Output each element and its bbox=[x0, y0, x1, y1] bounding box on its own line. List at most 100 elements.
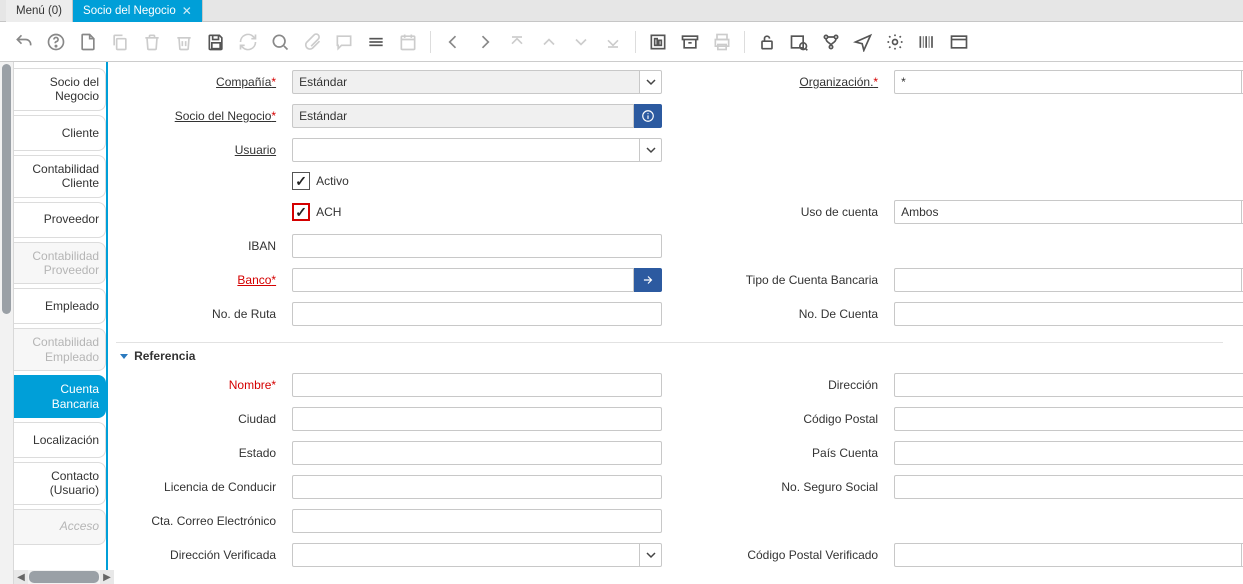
sidebar-item-contab-empleado[interactable]: Contabilidad Empleado bbox=[14, 328, 107, 371]
sidebar-h-scroll[interactable]: ◀ ▶ bbox=[14, 570, 114, 584]
sidebar-item-empleado[interactable]: Empleado bbox=[14, 288, 107, 324]
dir-verificada-input[interactable] bbox=[292, 543, 640, 567]
label-ach: ACH bbox=[316, 205, 341, 219]
ach-checkbox[interactable] bbox=[292, 203, 310, 221]
down-button[interactable] bbox=[567, 28, 595, 56]
organizacion-field bbox=[894, 70, 1243, 94]
section-referencia: Referencia bbox=[116, 342, 1223, 363]
banco-field bbox=[292, 268, 662, 292]
cp-verificado-input[interactable] bbox=[894, 543, 1242, 567]
uso-cuenta-input[interactable] bbox=[894, 200, 1242, 224]
prev-button[interactable] bbox=[439, 28, 467, 56]
label-usuario[interactable]: Usuario bbox=[116, 143, 276, 157]
tipo-cuenta-input[interactable] bbox=[894, 268, 1242, 292]
label-compania[interactable]: Compañía* bbox=[116, 75, 276, 89]
sidebar-item-socio-negocio[interactable]: Socio del Negocio bbox=[14, 68, 107, 111]
delete-button[interactable] bbox=[138, 28, 166, 56]
sidebar-scrollbar[interactable] bbox=[0, 62, 14, 584]
collapse-icon[interactable] bbox=[120, 354, 128, 359]
banco-input[interactable] bbox=[292, 268, 634, 292]
label-iban: IBAN bbox=[116, 239, 276, 253]
cta-email-input[interactable] bbox=[292, 509, 662, 533]
label-socio-negocio[interactable]: Socio del Negocio* bbox=[116, 109, 276, 123]
print-button[interactable] bbox=[708, 28, 736, 56]
scroll-right-icon[interactable]: ▶ bbox=[100, 570, 114, 584]
pais-cuenta-input[interactable] bbox=[894, 441, 1243, 465]
close-icon[interactable]: ✕ bbox=[182, 4, 192, 18]
chevron-down-icon[interactable] bbox=[640, 543, 662, 567]
compania-input[interactable] bbox=[292, 70, 640, 94]
send-button[interactable] bbox=[849, 28, 877, 56]
help-button[interactable] bbox=[42, 28, 70, 56]
sidebar-item-cliente[interactable]: Cliente bbox=[14, 115, 107, 151]
undo-button[interactable] bbox=[10, 28, 38, 56]
socio-negocio-input[interactable] bbox=[292, 104, 634, 128]
label-organizacion[interactable]: Organización.* bbox=[678, 75, 878, 89]
no-cuenta-input[interactable] bbox=[894, 302, 1243, 326]
label-no-cuenta: No. De Cuenta bbox=[678, 307, 878, 321]
activo-checkbox-wrap: Activo bbox=[292, 172, 662, 190]
chevron-down-icon[interactable] bbox=[640, 138, 662, 162]
tab-menu[interactable]: Menú (0) bbox=[6, 0, 73, 22]
label-estado: Estado bbox=[116, 446, 276, 460]
label-direccion: Dirección bbox=[678, 378, 878, 392]
archive-button[interactable] bbox=[676, 28, 704, 56]
barcode-button[interactable] bbox=[913, 28, 941, 56]
licencia-input[interactable] bbox=[292, 475, 662, 499]
no-ruta-input[interactable] bbox=[292, 302, 662, 326]
sidebar-item-label: Contacto (Usuario) bbox=[16, 469, 100, 498]
scrollbar-thumb[interactable] bbox=[2, 64, 11, 314]
grid-button[interactable] bbox=[362, 28, 390, 56]
chat-button[interactable] bbox=[330, 28, 358, 56]
estado-input[interactable] bbox=[292, 441, 662, 465]
label-cp-verificado: Código Postal Verificado bbox=[678, 548, 878, 562]
info-icon[interactable] bbox=[634, 104, 662, 128]
sidebar-item-localizacion[interactable]: Localización bbox=[14, 422, 107, 458]
save-button[interactable] bbox=[202, 28, 230, 56]
sidebar-item-proveedor[interactable]: Proveedor bbox=[14, 202, 107, 238]
ciudad-input[interactable] bbox=[292, 407, 662, 431]
scroll-left-icon[interactable]: ◀ bbox=[14, 570, 28, 584]
calendar-button[interactable] bbox=[394, 28, 422, 56]
delete2-button[interactable] bbox=[170, 28, 198, 56]
chevron-down-icon[interactable] bbox=[640, 70, 662, 94]
iban-input[interactable] bbox=[292, 234, 662, 258]
refresh-button[interactable] bbox=[234, 28, 262, 56]
sidebar-item-contacto[interactable]: Contacto (Usuario) bbox=[14, 462, 107, 505]
direccion-input[interactable] bbox=[894, 373, 1243, 397]
sidebar-item-label: Localización bbox=[33, 433, 99, 447]
sidebar-item-contab-cliente[interactable]: Contabilidad Cliente bbox=[14, 155, 107, 198]
nombre-input[interactable] bbox=[292, 373, 662, 397]
search-button[interactable] bbox=[266, 28, 294, 56]
sidebar-item-label: Contabilidad Empleado bbox=[16, 335, 100, 364]
activo-checkbox[interactable] bbox=[292, 172, 310, 190]
scroll-thumb[interactable] bbox=[29, 571, 99, 583]
new-button[interactable] bbox=[74, 28, 102, 56]
attach-button[interactable] bbox=[298, 28, 326, 56]
copy-button[interactable] bbox=[106, 28, 134, 56]
nss-input[interactable] bbox=[894, 475, 1243, 499]
report-button[interactable] bbox=[644, 28, 672, 56]
go-icon[interactable] bbox=[634, 268, 662, 292]
sidebar-item-cuenta-bancaria[interactable]: Cuenta Bancaria bbox=[14, 375, 107, 418]
gear-button[interactable] bbox=[881, 28, 909, 56]
organizacion-input[interactable] bbox=[894, 70, 1242, 94]
label-tipo-cuenta: Tipo de Cuenta Bancaria bbox=[678, 273, 878, 287]
sidebar-item-contab-proveedor[interactable]: Contabilidad Proveedor bbox=[14, 242, 107, 285]
panel-button[interactable] bbox=[945, 28, 973, 56]
sidebar-item-label: Socio del Negocio bbox=[16, 75, 100, 104]
cp-verificado-field bbox=[894, 543, 1243, 567]
next-button[interactable] bbox=[471, 28, 499, 56]
first-button[interactable] bbox=[503, 28, 531, 56]
lock-button[interactable] bbox=[753, 28, 781, 56]
sidebar-item-label: Acceso bbox=[60, 519, 99, 533]
workflow-button[interactable] bbox=[817, 28, 845, 56]
tab-socio-negocio[interactable]: Socio del Negocio ✕ bbox=[73, 0, 203, 22]
last-button[interactable] bbox=[599, 28, 627, 56]
zoom-doc-button[interactable] bbox=[785, 28, 813, 56]
label-banco[interactable]: Banco* bbox=[116, 273, 276, 287]
cp-input[interactable] bbox=[894, 407, 1243, 431]
up-button[interactable] bbox=[535, 28, 563, 56]
sidebar-item-acceso[interactable]: Acceso bbox=[14, 509, 107, 545]
usuario-input[interactable] bbox=[292, 138, 640, 162]
